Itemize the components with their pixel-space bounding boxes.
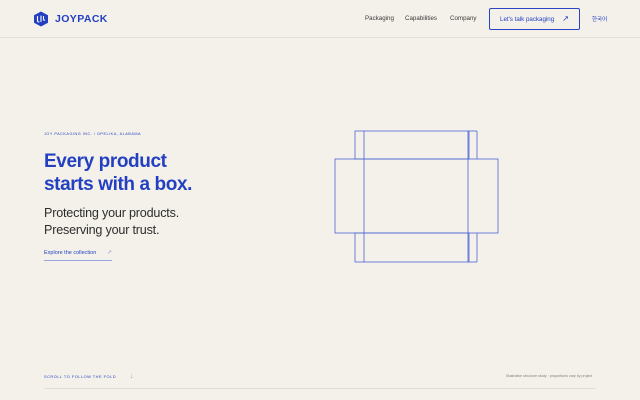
brand-logo[interactable]: JOYPACK: [33, 11, 108, 27]
language-switch-korean[interactable]: 한국어: [592, 15, 607, 23]
headline-line-2: starts with a box.: [44, 174, 193, 195]
hero-headline: Every product starts with a box.: [44, 150, 192, 196]
subline-line-2: Preserving your trust.: [44, 222, 160, 237]
subline-line-1: Protecting your products.: [44, 206, 180, 220]
cta-label: Let's talk packaging: [500, 15, 555, 23]
site-header: JOYPACK Packaging Capabilities Company L…: [0, 0, 640, 38]
nav-packaging[interactable]: Packaging: [365, 15, 394, 22]
footer-divider: [44, 388, 596, 389]
location-eyebrow: JOY PACKAGING INC. / OPELIKA, ALABAMA: [44, 132, 142, 136]
brand-name: JOYPACK: [55, 13, 108, 25]
scroll-label: SCROLL TO FOLLOW THE FOLD: [44, 374, 117, 379]
nav-capabilities[interactable]: Capabilities: [405, 15, 437, 22]
lets-talk-packaging-button[interactable]: Let's talk packaging ↗: [489, 8, 580, 30]
illustration-caption: Illustrative structure study · proportio…: [506, 374, 593, 378]
arrow-up-right-icon: ↗: [562, 14, 569, 23]
arrow-up-right-icon: ↗: [106, 250, 112, 256]
headline-line-1: Every product: [44, 151, 167, 172]
hero-subheadline: Protecting your products. Preserving you…: [44, 205, 179, 238]
cube-logo-icon: [34, 11, 48, 27]
nav-company[interactable]: Company: [450, 15, 476, 22]
explore-label: Explore the collection: [44, 250, 97, 256]
arrow-down-icon: ↓: [130, 373, 134, 380]
scroll-to-follow-fold[interactable]: SCROLL TO FOLLOW THE FOLD ↓: [44, 373, 134, 380]
explore-collection-link[interactable]: Explore the collection ↗: [44, 250, 112, 261]
box-dieline-icon: [334, 130, 499, 263]
